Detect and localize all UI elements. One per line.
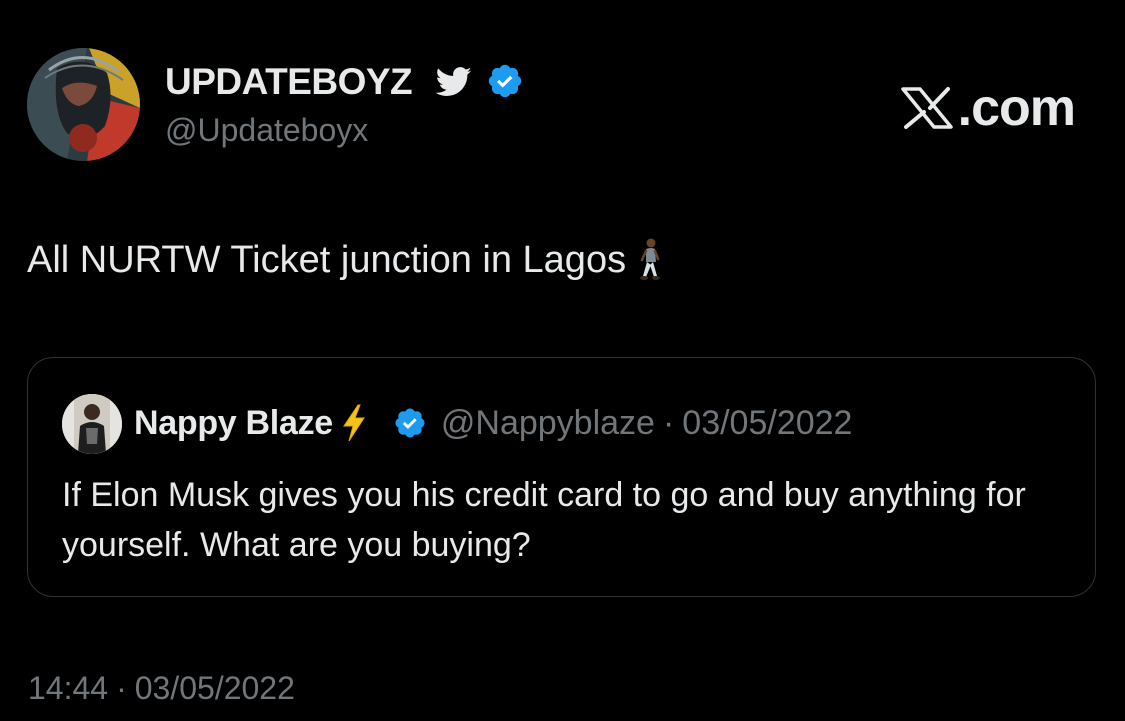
quote-text: If Elon Musk gives you his credit card t…	[62, 476, 1026, 564]
quote-author-name[interactable]: Nappy Blaze	[134, 402, 333, 444]
author-handle[interactable]: @Updateboyx	[165, 110, 368, 150]
person-walking-icon	[640, 238, 661, 280]
author-avatar[interactable]	[27, 48, 140, 161]
quote-header: Nappy Blaze @Nappyblaze · 03/05/2022	[134, 402, 852, 444]
quote-separator: ·	[662, 404, 675, 442]
tweet-body: All NURTW Ticket junction in Lagos	[27, 236, 664, 284]
quoted-tweet-card[interactable]: Nappy Blaze @Nappyblaze · 03/05/2022 If …	[27, 357, 1096, 597]
timestamp-time: 14:44	[28, 670, 109, 706]
lightning-bolt-icon	[342, 404, 365, 442]
bird-icon	[436, 67, 472, 96]
quote-author-handle[interactable]: @Nappyblaze	[441, 402, 655, 444]
quote-author-avatar[interactable]	[62, 394, 122, 454]
tweet-text: All NURTW Ticket junction in Lagos	[27, 239, 627, 281]
timestamp-date: 03/05/2022	[134, 670, 295, 706]
brand-domain-text: .com	[957, 79, 1076, 137]
quote-date[interactable]: 03/05/2022	[682, 402, 852, 444]
x-logo-icon	[900, 87, 953, 129]
verified-badge-icon	[395, 408, 425, 438]
avatar-portrait-icon	[62, 394, 122, 454]
timestamp-separator: ·	[116, 670, 127, 706]
brand-logo: .com	[900, 79, 1076, 137]
tweet-timestamp[interactable]: 14:44 · 03/05/2022	[28, 668, 295, 708]
avatar-portrait-icon	[27, 48, 140, 161]
author-display-name[interactable]: UPDATEBOYZ	[165, 60, 413, 104]
verified-badge-icon	[488, 64, 522, 98]
